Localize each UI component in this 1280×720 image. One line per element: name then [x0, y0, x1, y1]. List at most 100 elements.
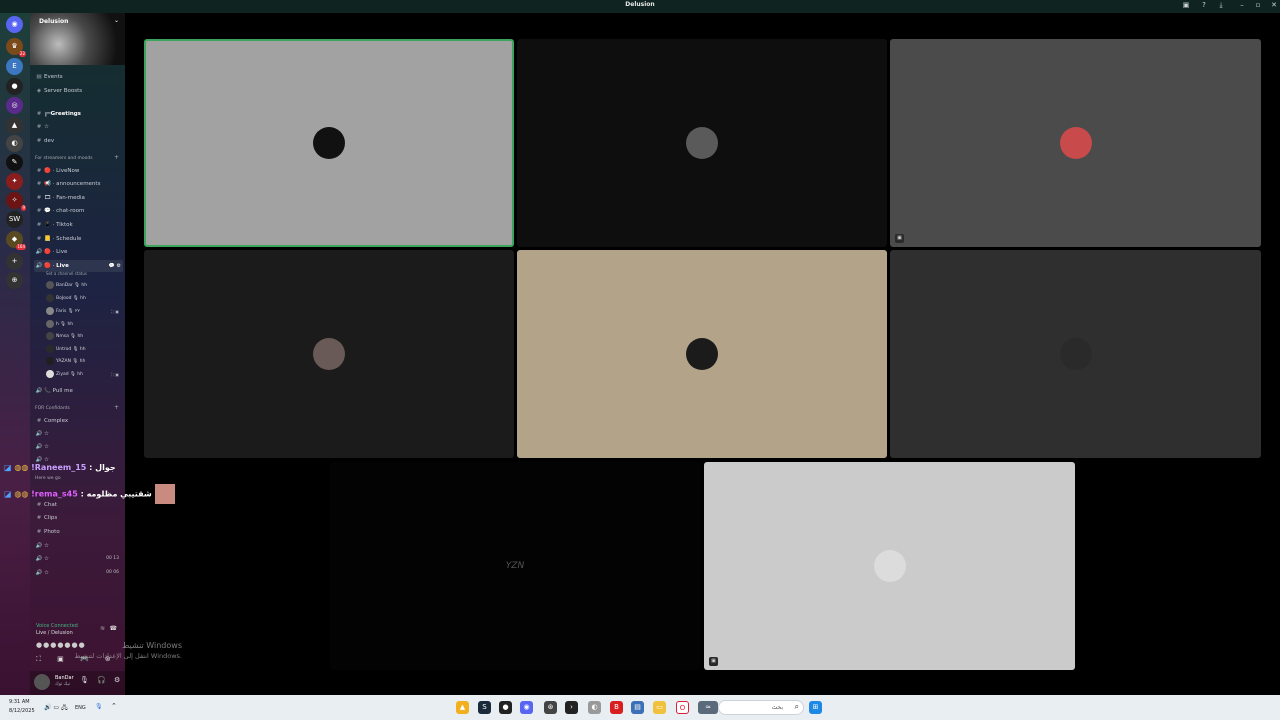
add-channel-icon[interactable]: + — [114, 404, 119, 411]
minimize-icon[interactable]: – — [1236, 1, 1248, 9]
inbox-icon[interactable]: ▣ — [1180, 1, 1192, 9]
voice-channel-pull-me[interactable]: 🔊 📞 Pull me — [34, 385, 123, 397]
user-controls[interactable]: 🎙 🎧 ⚙ — [80, 676, 120, 684]
server-icon[interactable]: ✦ — [6, 173, 23, 190]
server-icon[interactable]: E — [6, 58, 23, 75]
video-tile[interactable]: ▣ — [890, 39, 1261, 247]
voice-user[interactable]: Ziyad 🎙 hh — [46, 369, 83, 380]
server-name: Delusion — [39, 18, 69, 25]
channel-star[interactable]: # ☆ — [34, 121, 123, 133]
voice-user[interactable]: BanDar 🎙 hh — [46, 280, 87, 291]
server-banner[interactable]: Delusion ⌄ — [30, 13, 125, 65]
channel-livenow[interactable]: # 🔴 · LiveNow — [34, 165, 123, 177]
server-boosts-item[interactable]: ◈ Server Boosts — [34, 85, 123, 97]
channel-settings-icon[interactable]: 💬 ⚙ — [109, 260, 121, 272]
server-icon[interactable]: ▲ — [6, 117, 23, 134]
help-icon[interactable]: ? — [1198, 1, 1210, 9]
video-tile[interactable] — [517, 250, 887, 458]
voice-channel-live[interactable]: 🔊 🔴 · Live — [34, 246, 123, 258]
app-icon[interactable]: ◐ — [588, 701, 601, 714]
app-icon[interactable]: ≈ — [698, 701, 718, 714]
steam-icon[interactable]: S — [478, 701, 491, 714]
avatar — [46, 331, 54, 340]
video-tile[interactable] — [144, 39, 514, 247]
badge-icon: ◪ — [4, 463, 12, 472]
video-tile[interactable] — [144, 250, 514, 458]
chevron-down-icon[interactable]: ⌄ — [114, 17, 119, 24]
channel-clips[interactable]: # Clips — [34, 512, 123, 524]
search-placeholder: بحث — [771, 704, 783, 711]
app-icon[interactable]: ⊛ — [544, 701, 557, 714]
voice-channel-name[interactable]: Live / Delusion — [36, 630, 73, 636]
add-server-icon[interactable]: + — [6, 253, 23, 270]
voice-channel[interactable]: 🔊 ☆ — [34, 540, 123, 552]
taskbar-search[interactable]: بحث ⌕ — [718, 700, 804, 715]
category-confidants[interactable]: FOR Confidants — [35, 406, 70, 411]
server-icon[interactable]: ◆ 164 — [6, 231, 26, 250]
voice-channel[interactable]: 🔊 ☆ 00 06 — [34, 567, 123, 579]
taskbar: 9:31 AM 8/12/2025 🔊 ▭ 🖧 ENG 🎙 ⌃ ▲ S ● ◉ … — [0, 695, 1280, 720]
voice-user[interactable]: YAZAN 🎙 hh — [46, 356, 85, 367]
server-icon[interactable]: ✧ 9 — [6, 192, 26, 211]
voice-user[interactable]: Untrod 🎙 hh — [46, 344, 86, 355]
channel-chat-room[interactable]: # 💬 · chat-room — [34, 205, 123, 217]
events-item[interactable]: ▤ Events — [34, 71, 123, 83]
voice-user[interactable]: h 🎙 hh — [46, 319, 73, 330]
voice-channel[interactable]: 🔊 ☆ — [34, 428, 123, 440]
video-tile[interactable]: ▣ — [704, 462, 1075, 670]
discover-icon[interactable]: ⊕ — [6, 272, 23, 289]
category-streamers[interactable]: For streamers and moods — [35, 156, 93, 161]
disconnect-icon[interactable]: ☎ — [110, 625, 117, 632]
server-icon[interactable]: ● — [6, 78, 23, 95]
language-indicator[interactable]: ENG — [75, 705, 86, 711]
speaker-icon: 🔊 — [35, 263, 43, 269]
voice-channel[interactable]: 🔊 ☆ 00 13 — [34, 553, 123, 565]
channel-photo[interactable]: # Photo — [34, 526, 123, 538]
app-icon[interactable]: ● — [499, 701, 512, 714]
channel-tiktok[interactable]: # 📱 · Tiktok — [34, 219, 123, 231]
discord-icon[interactable]: ◉ — [520, 701, 533, 714]
server-icon[interactable]: SW — [6, 211, 23, 228]
clock-date[interactable]: 8/12/2025 — [9, 708, 35, 714]
avatar — [313, 127, 345, 159]
app-icon[interactable]: B — [610, 701, 623, 714]
voice-user[interactable]: Faris 🎙 ٢٢ — [46, 306, 80, 317]
close-icon[interactable]: ✕ — [1268, 1, 1280, 9]
voice-channel[interactable]: 🔊 ☆ — [34, 441, 123, 453]
category-here-we-go[interactable]: Here we go — [35, 476, 61, 481]
server-icon[interactable]: ♛ 22 — [6, 38, 26, 57]
channel-dev[interactable]: # dev — [34, 135, 123, 147]
voice-user[interactable]: BoJood 🎙 hh — [46, 293, 86, 304]
tray-icons[interactable]: 🔊 ▭ 🖧 — [44, 703, 68, 713]
video-tile[interactable] — [890, 250, 1261, 458]
chevron-up-icon[interactable]: ⌃ — [111, 702, 117, 710]
channel-announcements[interactable]: # 📢 · announcements — [34, 178, 123, 190]
mic-icon[interactable]: 🎙 — [95, 703, 103, 710]
maximize-icon[interactable]: ▫ — [1252, 1, 1264, 9]
add-channel-icon[interactable]: + — [114, 154, 119, 161]
noise-suppression-icon[interactable]: ≋ — [100, 625, 105, 632]
channel-status[interactable]: Set a channel status — [46, 268, 87, 279]
opera-icon[interactable]: O — [676, 701, 689, 714]
voice-user[interactable]: Nmsa 🎙 hh — [46, 331, 83, 342]
download-icon[interactable]: ⤓ — [1215, 1, 1227, 10]
start-icon[interactable]: ⊞ — [809, 701, 822, 714]
channel-fan-media[interactable]: # 🎞 · Fan-media — [34, 192, 123, 204]
channel-greetings[interactable]: # ╔═Greetings — [34, 108, 123, 120]
server-icon[interactable]: ✎ — [6, 154, 23, 171]
video-tile[interactable]: YZN — [330, 462, 700, 670]
terminal-icon[interactable]: › — [565, 701, 578, 714]
avatar — [686, 127, 718, 159]
server-icon[interactable]: ◎ — [6, 97, 23, 114]
channel-schedule[interactable]: # 📒 · Schedule — [34, 233, 123, 245]
server-icon[interactable]: ◐ — [6, 135, 23, 152]
speaker-icon: 🔊 — [35, 570, 43, 576]
clock-time[interactable]: 9:31 AM — [9, 699, 30, 705]
app-icon[interactable]: ▲ — [456, 701, 469, 714]
app-icon[interactable]: ▤ — [631, 701, 644, 714]
file-explorer-icon[interactable]: ▭ — [653, 701, 666, 714]
channel-complex[interactable]: # Complex — [34, 415, 123, 427]
home-icon[interactable]: ◉ — [6, 16, 23, 33]
video-tile[interactable] — [517, 39, 887, 247]
avatar[interactable] — [34, 674, 50, 690]
